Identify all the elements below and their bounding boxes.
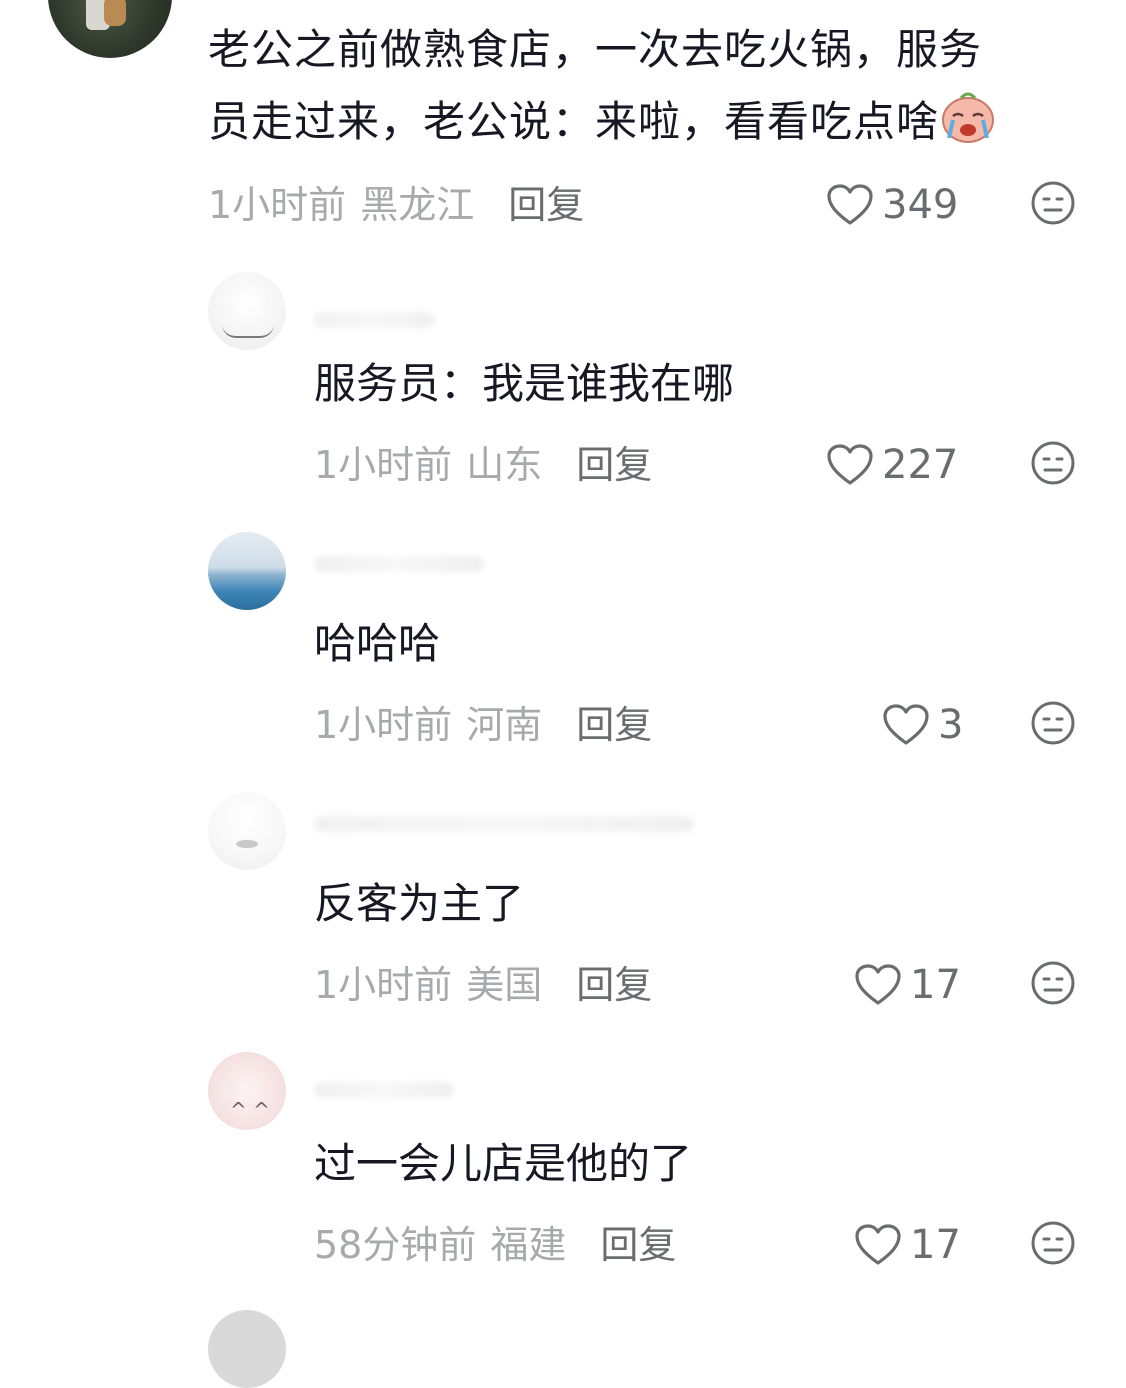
comment-text: 老公之前做熟食店，一次去吃火锅，服务 员走过来，老公说：来啦，看看吃点啥	[208, 14, 1088, 158]
reply-meta: 1小时前 山东 回复	[314, 434, 652, 489]
neutral-face-icon[interactable]	[1030, 180, 1076, 226]
comment-text-line1: 老公之前做熟食店，一次去吃火锅，服务	[208, 25, 983, 74]
avatar-decoration	[236, 840, 258, 848]
reply-avatar[interactable]: ^ ^	[208, 1052, 286, 1130]
neutral-face-icon[interactable]	[1030, 1220, 1076, 1266]
reply-location: 山东	[466, 442, 543, 487]
reply-location: 河南	[466, 702, 543, 747]
reply-avatar[interactable]	[208, 532, 286, 610]
reply-button[interactable]: 回复	[576, 954, 652, 1009]
reply-location: 福建	[490, 1222, 567, 1267]
like-button[interactable]: 349	[826, 180, 958, 230]
crying-face-emoji-icon	[942, 92, 995, 143]
neutral-face-icon[interactable]	[1030, 440, 1076, 486]
reply-meta: 58分钟前 福建 回复	[314, 1214, 676, 1269]
avatar-pet	[104, 0, 126, 26]
reply-button[interactable]: 回复	[576, 694, 652, 749]
heart-outline-icon	[827, 444, 873, 485]
comment-meta: 1小时前 黑龙江 回复	[208, 174, 584, 229]
reply-meta: 1小时前 河南 回复	[314, 694, 652, 749]
reply-text: 哈哈哈	[314, 619, 441, 668]
reply-button[interactable]: 回复	[576, 434, 652, 489]
reply-text: 过一会儿店是他的了	[314, 1139, 693, 1188]
like-button[interactable]: 3	[882, 700, 963, 750]
reply-meta: 1小时前 美国 回复	[314, 954, 652, 1009]
like-count: 17	[910, 962, 961, 1008]
comment-location: 黑龙江	[360, 182, 475, 227]
neutral-face-icon[interactable]	[1030, 700, 1076, 746]
like-count: 227	[882, 442, 959, 488]
like-button[interactable]: 227	[826, 440, 958, 490]
user-avatar[interactable]	[48, 0, 172, 58]
reply-time: 1小时前	[314, 962, 453, 1007]
reply-text: 服务员：我是谁我在哪	[314, 359, 735, 408]
reply-button[interactable]: 回复	[508, 174, 584, 229]
reply-avatar[interactable]	[208, 792, 286, 870]
reply-username-blurred[interactable]	[314, 1082, 454, 1098]
comment-text-line2: 员走过来，老公说：来啦，看看吃点啥	[208, 97, 940, 146]
like-count: 3	[938, 702, 964, 748]
reply-time: 58分钟前	[314, 1222, 477, 1267]
heart-outline-icon	[883, 704, 929, 745]
comment-time: 1小时前	[208, 182, 347, 227]
reply-username-blurred[interactable]	[314, 816, 694, 832]
like-button[interactable]: 17	[854, 1220, 961, 1270]
heart-outline-icon	[855, 964, 901, 1005]
like-count: 17	[910, 1222, 961, 1268]
neutral-face-icon[interactable]	[1030, 960, 1076, 1006]
reply-button[interactable]: 回复	[600, 1214, 676, 1269]
avatar-decoration: ^ ^	[230, 1098, 270, 1122]
reply-username-blurred[interactable]	[314, 556, 484, 572]
avatar-decoration	[222, 324, 274, 338]
heart-outline-icon	[855, 1224, 901, 1265]
reply-location: 美国	[466, 962, 543, 1007]
reply-username-blurred[interactable]	[314, 312, 434, 328]
reply-text: 反客为主了	[314, 879, 525, 928]
reply-time: 1小时前	[314, 702, 453, 747]
reply-time: 1小时前	[314, 442, 453, 487]
like-button[interactable]: 17	[854, 960, 961, 1010]
like-count: 349	[882, 182, 959, 228]
reply-avatar[interactable]	[208, 272, 286, 350]
heart-outline-icon	[827, 184, 873, 225]
